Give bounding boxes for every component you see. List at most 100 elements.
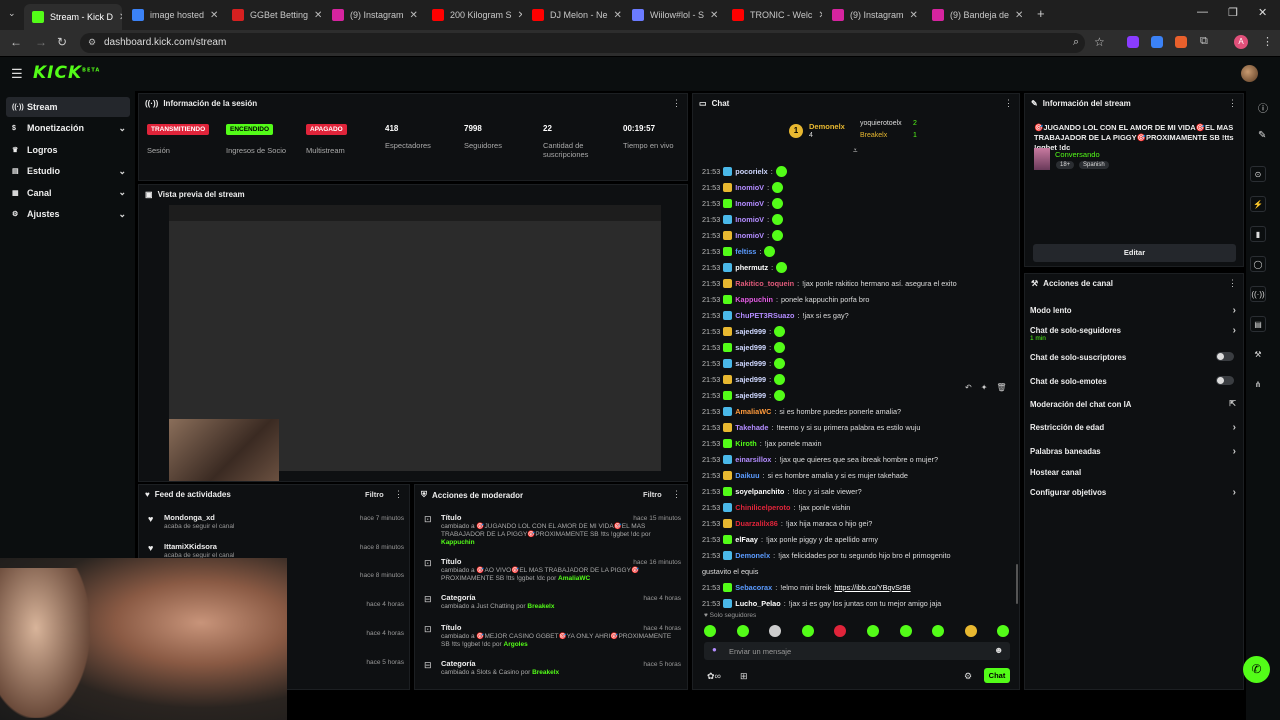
url-field[interactable]: dashboard.kick.com/stream: [80, 33, 1085, 53]
back-icon[interactable]: ←: [10, 35, 22, 49]
chat-username[interactable]: InomioV: [735, 183, 764, 192]
profile-avatar[interactable]: A: [1234, 35, 1248, 49]
sidebar-item-ajustes[interactable]: ⚙ Ajustes ⌄: [6, 204, 130, 224]
hamburger-menu-icon[interactable]: ☰: [11, 66, 23, 82]
chevron-down-icon[interactable]: ⌄: [118, 209, 126, 220]
category-name[interactable]: Conversando: [1055, 150, 1100, 159]
emote-icon[interactable]: [899, 625, 912, 637]
mic-icon[interactable]: ●: [712, 645, 717, 654]
browser-tab[interactable]: Stream - Kick D ✕: [24, 4, 122, 30]
channel-action[interactable]: Chat de solo-suscriptores: [1030, 352, 1238, 362]
emote-icon[interactable]: [867, 625, 879, 637]
channel-action[interactable]: Palabras baneadas ›: [1030, 446, 1238, 457]
reload-icon[interactable]: ↻: [57, 35, 67, 49]
close-tab-icon[interactable]: ✕: [119, 12, 122, 23]
extensions-puzzle-icon[interactable]: ⧉: [1200, 35, 1208, 48]
sidebar-item-stream[interactable]: ((·)) Stream: [6, 97, 130, 117]
stream-video[interactable]: [169, 205, 661, 481]
chat-username[interactable]: Sebacorax: [735, 583, 772, 592]
chat-username[interactable]: einarsillox: [735, 455, 771, 464]
extension-icon[interactable]: [1175, 36, 1187, 48]
close-tab-icon[interactable]: ✕: [910, 10, 918, 21]
browser-tab[interactable]: GGBet Betting ✕: [224, 4, 322, 26]
sidebar-item-estudio[interactable]: ▤ Estudio ⌄: [6, 161, 130, 181]
chat-username[interactable]: feltiss: [735, 247, 756, 256]
emote-icon[interactable]: [769, 625, 782, 637]
emote-icon[interactable]: [997, 625, 1010, 637]
close-tab-icon[interactable]: ✕: [210, 10, 218, 21]
close-window-icon[interactable]: ✕: [1258, 6, 1267, 19]
delete-icon[interactable]: 🗑: [996, 383, 1006, 397]
nodes-icon[interactable]: ⋔: [1250, 376, 1266, 392]
chevron-down-icon[interactable]: ⩡: [853, 146, 858, 156]
chat-username[interactable]: Daikuu: [735, 471, 759, 480]
close-tab-icon[interactable]: ✕: [818, 10, 822, 21]
chat-username[interactable]: Takehade: [735, 423, 768, 432]
panel-menu-icon[interactable]: ⋮: [1228, 98, 1237, 109]
mod-action-user[interactable]: Kappuchin: [441, 539, 475, 546]
feed-user-name[interactable]: Mondonga_xd: [164, 513, 215, 522]
emote-icon[interactable]: [834, 625, 847, 637]
site-info-icon[interactable]: ⚙: [88, 37, 96, 48]
sidebar-item-logros[interactable]: ♛ Logros: [6, 140, 130, 160]
channel-action[interactable]: Chat de solo-emotes: [1030, 376, 1238, 386]
mod-filter-button[interactable]: Filtro: [643, 490, 662, 499]
close-tab-icon[interactable]: ✕: [314, 10, 322, 21]
gifter-name[interactable]: yoquierotoelx: [860, 120, 902, 127]
support-chat-button[interactable]: ✆: [1243, 656, 1270, 683]
chat-username[interactable]: sajed999: [735, 343, 766, 352]
chat-username[interactable]: InomioV: [735, 231, 764, 240]
sidebar-item-canal[interactable]: ▦ Canal ⌄: [6, 183, 130, 203]
chat-settings-icon[interactable]: ⚙: [964, 671, 972, 682]
panel-menu-icon[interactable]: ⋮: [1228, 278, 1237, 289]
send-chat-button[interactable]: Chat: [984, 668, 1010, 683]
close-tab-icon[interactable]: ✕: [614, 10, 622, 21]
emote-icon[interactable]: [801, 625, 814, 637]
chat-username[interactable]: phermutz: [735, 263, 768, 272]
chat-username[interactable]: Chinilicelperoto: [735, 503, 790, 512]
lightning-icon[interactable]: ⚡: [1250, 196, 1266, 212]
channel-action[interactable]: Chat de solo-seguidores 1 min ›: [1030, 325, 1238, 342]
radio-icon[interactable]: ((·)): [1250, 286, 1266, 302]
chat-username[interactable]: AmaliaWC: [735, 407, 771, 416]
forward-icon[interactable]: →: [35, 35, 47, 49]
top-gifter-name[interactable]: Demonelx: [809, 122, 845, 131]
sidebar-item-monetización[interactable]: $ Monetización ⌄: [6, 118, 130, 138]
channel-action[interactable]: Moderación del chat con IA ⇱: [1030, 399, 1238, 409]
zoom-icon[interactable]: ⌕: [1073, 36, 1079, 49]
kick-logo[interactable]: KICKBETA: [33, 63, 100, 83]
gifter-name[interactable]: Breakelx: [860, 132, 887, 139]
chevron-right-icon[interactable]: ›: [1233, 487, 1236, 498]
tab-search-icon[interactable]: ⌄: [8, 8, 16, 19]
chat-username[interactable]: Kiroth: [735, 439, 756, 448]
feed-user-name[interactable]: IttamiXKidsora: [164, 542, 217, 551]
chat-username[interactable]: sajed999: [735, 375, 766, 384]
user-avatar[interactable]: [1241, 65, 1258, 82]
chat-link[interactable]: https://ibb.co/YBqvSr98: [834, 583, 910, 592]
chevron-down-icon[interactable]: ⌄: [118, 187, 126, 198]
chat-username[interactable]: sajed999: [735, 359, 766, 368]
chat-username[interactable]: sajed999: [735, 391, 766, 400]
emote-icon[interactable]: [704, 625, 716, 637]
browser-tab[interactable]: Wiilow#lol - S ✕: [624, 4, 722, 26]
emote-icon[interactable]: [932, 625, 945, 637]
chat-username[interactable]: soyelpanchito: [735, 487, 784, 496]
chat-bubble-icon[interactable]: ◯: [1250, 256, 1266, 272]
panel-menu-icon[interactable]: ⋮: [394, 489, 403, 500]
close-tab-icon[interactable]: ✕: [410, 10, 418, 21]
chat-username[interactable]: ChuPET3RSuazo: [735, 311, 794, 320]
chat-username[interactable]: InomioV: [735, 199, 764, 208]
external-link-icon[interactable]: ⇱: [1229, 399, 1236, 408]
target-icon[interactable]: ⊙: [1250, 166, 1266, 182]
chat-username[interactable]: sajed999: [735, 327, 766, 336]
browser-tab[interactable]: image hosted ✕: [124, 4, 222, 26]
mod-action-user[interactable]: Argoles: [504, 641, 528, 648]
browser-tab[interactable]: TRONIC - Welc ✕: [724, 4, 822, 26]
feed-filter-button[interactable]: Filtro: [365, 490, 384, 499]
mod-action-user[interactable]: Breakelx: [532, 669, 559, 676]
extension-icon[interactable]: [1151, 36, 1163, 48]
chat-input[interactable]: ● Enviar un mensaje ☻: [704, 642, 1010, 660]
pin-icon[interactable]: ✦: [981, 383, 988, 397]
browser-tab[interactable]: DJ Melon - Ne ✕: [524, 4, 622, 26]
emote-icon[interactable]: [736, 625, 749, 637]
